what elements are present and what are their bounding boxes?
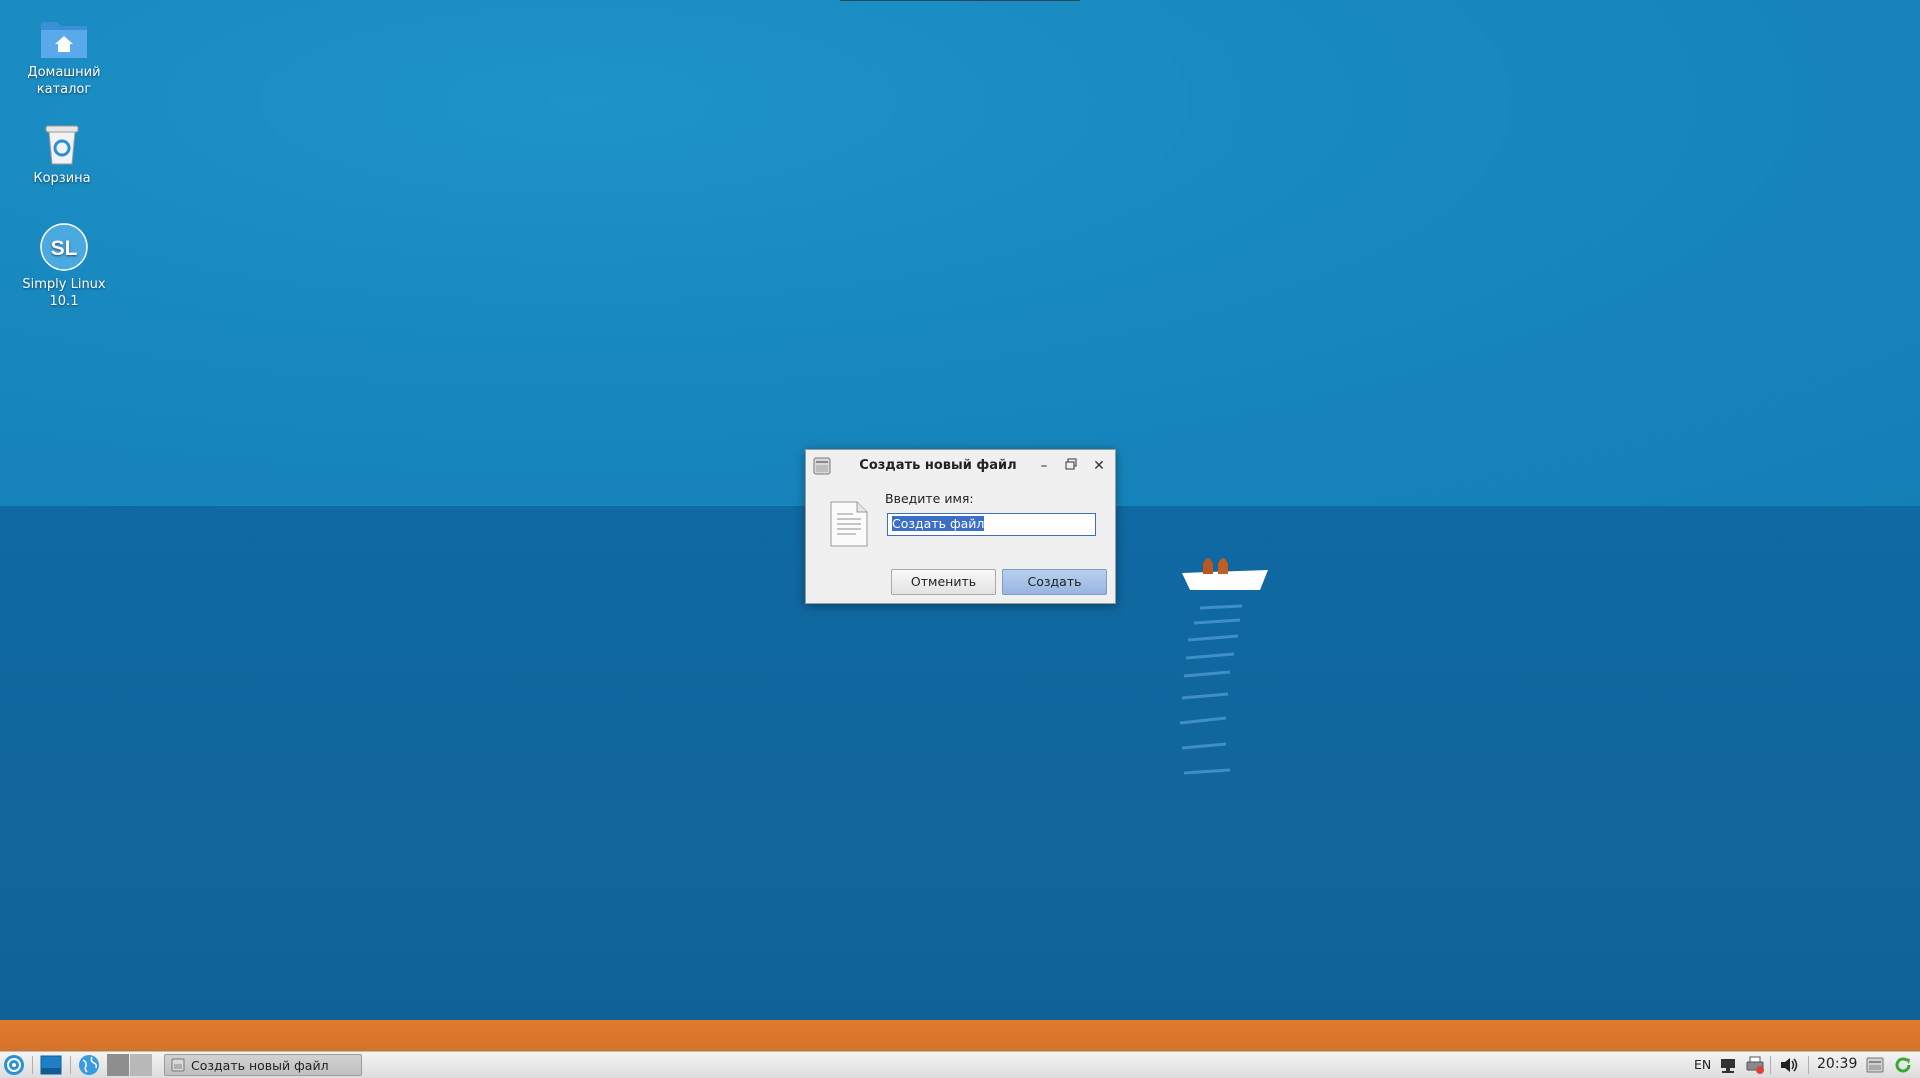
wallpaper-sky (0, 0, 1920, 510)
file-manager-icon (171, 1058, 185, 1072)
taskbar-separator (70, 1056, 71, 1074)
file-name-selected-text: Создать файл (892, 516, 985, 531)
taskbar: Создать новый файл EN 20:39 (0, 1051, 1920, 1078)
taskbar-separator (1808, 1056, 1809, 1074)
desktop-icon-label: Simply Linux 10.1 (22, 277, 106, 309)
svg-text:SL: SL (51, 237, 78, 260)
workspace-1[interactable] (107, 1054, 129, 1076)
dialog-titlebar[interactable]: Создать новый файл – ✕ (806, 450, 1115, 482)
file-name-input[interactable]: Создать файл (887, 513, 1096, 536)
start-menu-icon (4, 1055, 24, 1075)
volume-icon[interactable] (1778, 1055, 1798, 1075)
desktop-icon-label: Домашний каталог (27, 65, 101, 97)
top-edge-line (840, 0, 1080, 1)
file-manager-icon (813, 457, 831, 475)
create-button[interactable]: Создать (1002, 569, 1107, 595)
cancel-button[interactable]: Отменить (891, 569, 996, 595)
show-desktop-button[interactable] (38, 1052, 64, 1078)
network-icon[interactable] (1718, 1055, 1738, 1075)
taskbar-separator (32, 1056, 33, 1074)
taskbar-separator (1770, 1056, 1771, 1074)
home-folder-icon (41, 22, 87, 58)
minimize-icon: – (1040, 458, 1048, 474)
close-button[interactable]: ✕ (1089, 456, 1109, 476)
file-manager-icon[interactable] (1865, 1055, 1885, 1075)
keyboard-layout-indicator[interactable]: EN (1694, 1057, 1711, 1072)
taskbar-window-label: Создать новый файл (191, 1057, 329, 1073)
create-file-dialog: Создать новый файл – ✕ Введите имя: Созд… (805, 449, 1116, 604)
workspace-pager[interactable] (107, 1054, 153, 1076)
printer-icon[interactable] (1745, 1055, 1765, 1075)
taskbar-window-button[interactable]: Создать новый файл (164, 1054, 362, 1076)
trash-icon (45, 125, 79, 165)
restore-icon (1065, 458, 1077, 470)
show-desktop-icon (40, 1055, 62, 1075)
web-browser-button[interactable] (76, 1052, 102, 1078)
desktop-icon-trash[interactable]: Корзина (7, 122, 117, 187)
start-menu-button[interactable] (0, 1052, 28, 1078)
workspace-2[interactable] (130, 1054, 152, 1076)
clock[interactable]: 20:39 (1817, 1056, 1857, 1072)
close-icon: ✕ (1093, 458, 1105, 474)
minimize-button[interactable]: – (1034, 456, 1054, 476)
dialog-title: Создать новый файл (859, 458, 1017, 473)
desktop-icon-label: Корзина (33, 171, 91, 186)
text-document-icon (830, 501, 868, 547)
desktop-icon-home[interactable]: Домашний каталог (9, 16, 119, 98)
update-icon[interactable] (1893, 1055, 1913, 1075)
boat-illustration (1179, 558, 1268, 775)
wallpaper-sand (0, 1020, 1920, 1052)
simply-linux-icon: SL (40, 223, 88, 271)
name-prompt-label: Введите имя: (885, 491, 974, 506)
restore-button[interactable] (1061, 456, 1081, 476)
desktop-icon-simply-linux[interactable]: SL Simply Linux 10.1 (9, 222, 119, 310)
web-browser-icon (79, 1055, 99, 1075)
